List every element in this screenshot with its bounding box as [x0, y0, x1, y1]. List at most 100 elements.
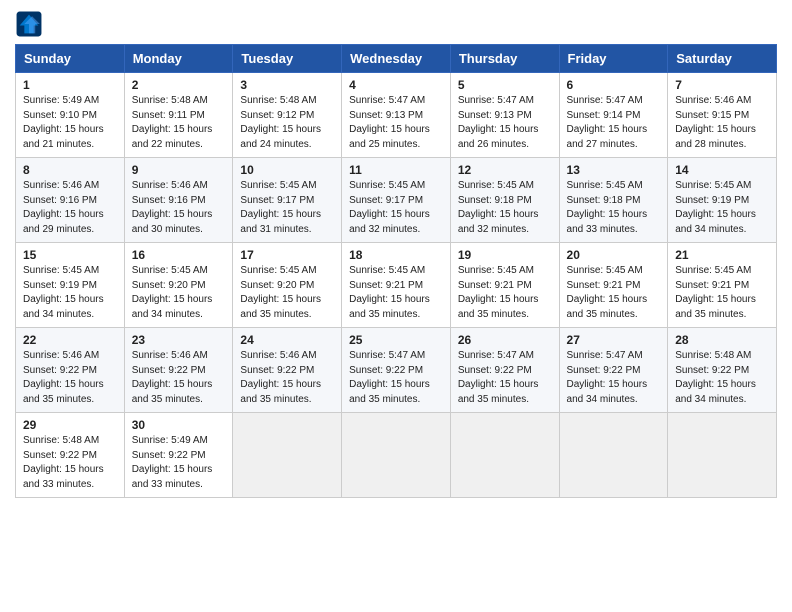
day-cell: 14 Sunrise: 5:45 AMSunset: 9:19 PMDaylig… [668, 158, 777, 243]
day-info: Sunrise: 5:45 AMSunset: 9:21 PMDaylight:… [675, 264, 769, 322]
day-info: Sunrise: 5:48 AMSunset: 9:11 PMDaylight:… [132, 94, 226, 152]
day-number: 12 [458, 163, 552, 177]
week-row-5: 29 Sunrise: 5:48 AMSunset: 9:22 PMDaylig… [16, 413, 777, 498]
day-info: Sunrise: 5:45 AMSunset: 9:18 PMDaylight:… [567, 179, 661, 237]
day-number: 24 [240, 333, 334, 347]
day-info: Sunrise: 5:46 AMSunset: 9:16 PMDaylight:… [132, 179, 226, 237]
day-cell [342, 413, 451, 498]
day-cell: 6 Sunrise: 5:47 AMSunset: 9:14 PMDayligh… [559, 73, 668, 158]
day-number: 14 [675, 163, 769, 177]
day-info: Sunrise: 5:46 AMSunset: 9:22 PMDaylight:… [132, 349, 226, 407]
header-row: SundayMondayTuesdayWednesdayThursdayFrid… [16, 45, 777, 73]
day-info: Sunrise: 5:49 AMSunset: 9:22 PMDaylight:… [132, 434, 226, 492]
day-info: Sunrise: 5:45 AMSunset: 9:19 PMDaylight:… [23, 264, 117, 322]
day-info: Sunrise: 5:47 AMSunset: 9:13 PMDaylight:… [458, 94, 552, 152]
day-cell: 11 Sunrise: 5:45 AMSunset: 9:17 PMDaylig… [342, 158, 451, 243]
day-number: 1 [23, 78, 117, 92]
day-number: 25 [349, 333, 443, 347]
header-cell-wednesday: Wednesday [342, 45, 451, 73]
day-number: 23 [132, 333, 226, 347]
day-cell: 20 Sunrise: 5:45 AMSunset: 9:21 PMDaylig… [559, 243, 668, 328]
day-number: 29 [23, 418, 117, 432]
header-cell-thursday: Thursday [450, 45, 559, 73]
week-row-4: 22 Sunrise: 5:46 AMSunset: 9:22 PMDaylig… [16, 328, 777, 413]
day-number: 13 [567, 163, 661, 177]
day-info: Sunrise: 5:45 AMSunset: 9:20 PMDaylight:… [240, 264, 334, 322]
day-cell: 30 Sunrise: 5:49 AMSunset: 9:22 PMDaylig… [124, 413, 233, 498]
day-cell: 21 Sunrise: 5:45 AMSunset: 9:21 PMDaylig… [668, 243, 777, 328]
day-info: Sunrise: 5:45 AMSunset: 9:17 PMDaylight:… [349, 179, 443, 237]
day-info: Sunrise: 5:45 AMSunset: 9:19 PMDaylight:… [675, 179, 769, 237]
day-cell: 17 Sunrise: 5:45 AMSunset: 9:20 PMDaylig… [233, 243, 342, 328]
day-cell [668, 413, 777, 498]
day-info: Sunrise: 5:47 AMSunset: 9:22 PMDaylight:… [349, 349, 443, 407]
day-info: Sunrise: 5:46 AMSunset: 9:16 PMDaylight:… [23, 179, 117, 237]
day-cell: 3 Sunrise: 5:48 AMSunset: 9:12 PMDayligh… [233, 73, 342, 158]
header-cell-saturday: Saturday [668, 45, 777, 73]
day-info: Sunrise: 5:45 AMSunset: 9:17 PMDaylight:… [240, 179, 334, 237]
day-cell: 7 Sunrise: 5:46 AMSunset: 9:15 PMDayligh… [668, 73, 777, 158]
page: SundayMondayTuesdayWednesdayThursdayFrid… [0, 0, 792, 612]
week-row-1: 1 Sunrise: 5:49 AMSunset: 9:10 PMDayligh… [16, 73, 777, 158]
day-number: 15 [23, 248, 117, 262]
day-cell: 27 Sunrise: 5:47 AMSunset: 9:22 PMDaylig… [559, 328, 668, 413]
day-cell [559, 413, 668, 498]
day-number: 4 [349, 78, 443, 92]
day-cell: 15 Sunrise: 5:45 AMSunset: 9:19 PMDaylig… [16, 243, 125, 328]
day-cell: 29 Sunrise: 5:48 AMSunset: 9:22 PMDaylig… [16, 413, 125, 498]
day-cell: 5 Sunrise: 5:47 AMSunset: 9:13 PMDayligh… [450, 73, 559, 158]
day-info: Sunrise: 5:45 AMSunset: 9:21 PMDaylight:… [567, 264, 661, 322]
day-number: 10 [240, 163, 334, 177]
day-cell: 13 Sunrise: 5:45 AMSunset: 9:18 PMDaylig… [559, 158, 668, 243]
day-number: 18 [349, 248, 443, 262]
day-info: Sunrise: 5:47 AMSunset: 9:14 PMDaylight:… [567, 94, 661, 152]
day-number: 6 [567, 78, 661, 92]
day-number: 28 [675, 333, 769, 347]
day-info: Sunrise: 5:48 AMSunset: 9:22 PMDaylight:… [675, 349, 769, 407]
day-info: Sunrise: 5:49 AMSunset: 9:10 PMDaylight:… [23, 94, 117, 152]
day-info: Sunrise: 5:47 AMSunset: 9:13 PMDaylight:… [349, 94, 443, 152]
day-cell: 18 Sunrise: 5:45 AMSunset: 9:21 PMDaylig… [342, 243, 451, 328]
day-info: Sunrise: 5:45 AMSunset: 9:20 PMDaylight:… [132, 264, 226, 322]
calendar-body: 1 Sunrise: 5:49 AMSunset: 9:10 PMDayligh… [16, 73, 777, 498]
day-info: Sunrise: 5:45 AMSunset: 9:21 PMDaylight:… [458, 264, 552, 322]
day-info: Sunrise: 5:47 AMSunset: 9:22 PMDaylight:… [458, 349, 552, 407]
header-cell-sunday: Sunday [16, 45, 125, 73]
day-cell: 22 Sunrise: 5:46 AMSunset: 9:22 PMDaylig… [16, 328, 125, 413]
day-info: Sunrise: 5:47 AMSunset: 9:22 PMDaylight:… [567, 349, 661, 407]
day-cell: 8 Sunrise: 5:46 AMSunset: 9:16 PMDayligh… [16, 158, 125, 243]
day-cell [233, 413, 342, 498]
day-cell [450, 413, 559, 498]
day-cell: 1 Sunrise: 5:49 AMSunset: 9:10 PMDayligh… [16, 73, 125, 158]
day-info: Sunrise: 5:46 AMSunset: 9:22 PMDaylight:… [240, 349, 334, 407]
day-cell: 4 Sunrise: 5:47 AMSunset: 9:13 PMDayligh… [342, 73, 451, 158]
header [15, 10, 777, 38]
day-number: 11 [349, 163, 443, 177]
day-number: 19 [458, 248, 552, 262]
day-cell: 9 Sunrise: 5:46 AMSunset: 9:16 PMDayligh… [124, 158, 233, 243]
day-number: 5 [458, 78, 552, 92]
day-cell: 10 Sunrise: 5:45 AMSunset: 9:17 PMDaylig… [233, 158, 342, 243]
day-number: 30 [132, 418, 226, 432]
header-cell-tuesday: Tuesday [233, 45, 342, 73]
day-info: Sunrise: 5:45 AMSunset: 9:18 PMDaylight:… [458, 179, 552, 237]
day-number: 22 [23, 333, 117, 347]
day-number: 7 [675, 78, 769, 92]
calendar-table: SundayMondayTuesdayWednesdayThursdayFrid… [15, 44, 777, 498]
day-info: Sunrise: 5:46 AMSunset: 9:22 PMDaylight:… [23, 349, 117, 407]
day-cell: 26 Sunrise: 5:47 AMSunset: 9:22 PMDaylig… [450, 328, 559, 413]
logo-icon [15, 10, 43, 38]
day-info: Sunrise: 5:48 AMSunset: 9:12 PMDaylight:… [240, 94, 334, 152]
day-number: 20 [567, 248, 661, 262]
header-cell-friday: Friday [559, 45, 668, 73]
day-number: 17 [240, 248, 334, 262]
day-number: 21 [675, 248, 769, 262]
day-number: 2 [132, 78, 226, 92]
week-row-2: 8 Sunrise: 5:46 AMSunset: 9:16 PMDayligh… [16, 158, 777, 243]
day-number: 16 [132, 248, 226, 262]
day-cell: 19 Sunrise: 5:45 AMSunset: 9:21 PMDaylig… [450, 243, 559, 328]
day-info: Sunrise: 5:46 AMSunset: 9:15 PMDaylight:… [675, 94, 769, 152]
calendar-header: SundayMondayTuesdayWednesdayThursdayFrid… [16, 45, 777, 73]
header-cell-monday: Monday [124, 45, 233, 73]
day-number: 27 [567, 333, 661, 347]
